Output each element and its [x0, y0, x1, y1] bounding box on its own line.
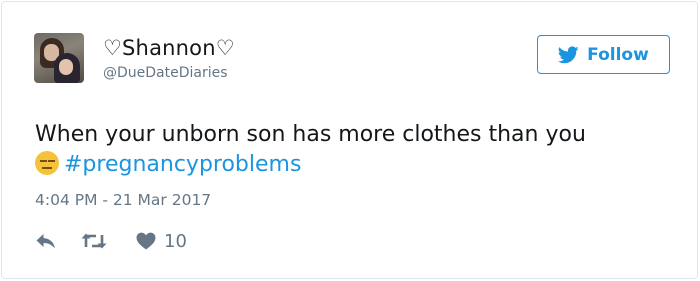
twitter-bird-icon — [558, 45, 579, 64]
tweet-text: When your unborn son has more clothes th… — [35, 120, 675, 180]
retweet-icon — [81, 232, 107, 250]
retweet-button[interactable] — [81, 228, 107, 254]
display-name[interactable]: ♡Shannon♡ — [103, 36, 235, 60]
hashtag-link[interactable]: #pregnancyproblems — [64, 152, 301, 177]
reply-icon — [35, 232, 57, 250]
like-count: 10 — [164, 230, 187, 252]
user-handle[interactable]: @DueDateDiaries — [103, 65, 228, 81]
tweet-card: ♡Shannon♡ @DueDateDiaries Follow When yo… — [1, 1, 698, 279]
follow-button-label: Follow — [587, 44, 649, 65]
tweet-text-line: When your unborn son has more clothes th… — [35, 122, 586, 147]
follow-button[interactable]: Follow — [537, 35, 670, 74]
tweet-timestamp[interactable]: 4:04 PM - 21 Mar 2017 — [35, 191, 211, 209]
reply-button[interactable] — [35, 228, 57, 254]
expressionless-face-emoji-icon — [35, 151, 59, 175]
heart-icon — [136, 232, 156, 250]
avatar[interactable] — [34, 33, 84, 83]
like-button[interactable]: 10 — [136, 228, 187, 254]
